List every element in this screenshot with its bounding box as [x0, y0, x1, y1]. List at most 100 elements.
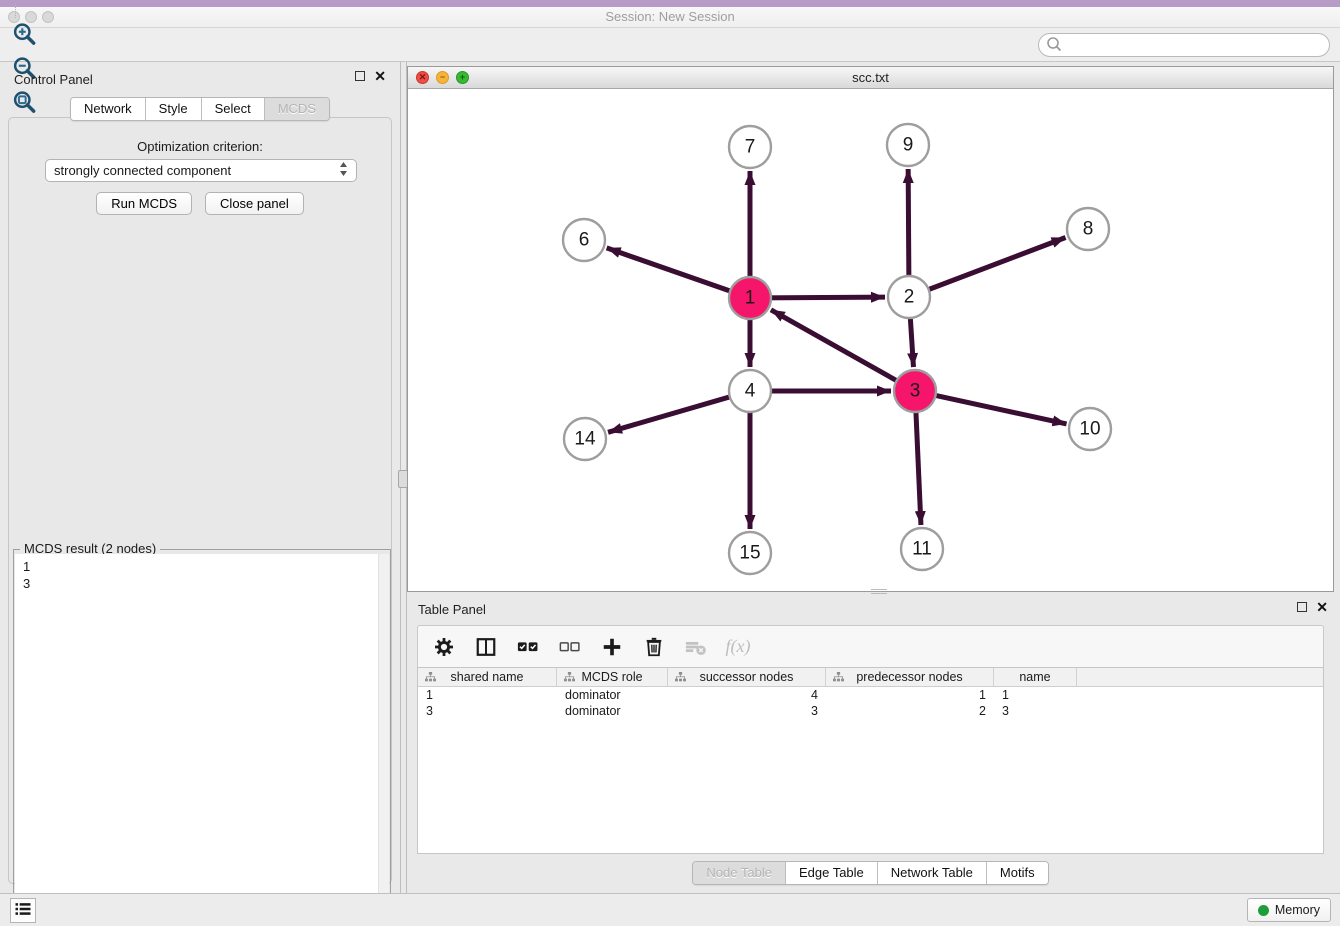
graph-node-11[interactable]: 11 [901, 528, 943, 570]
tab-select[interactable]: Select [202, 98, 265, 120]
criterion-dropdown-value: strongly connected component [54, 163, 339, 178]
vertical-splitter[interactable] [400, 62, 407, 893]
deselect-all-icon[interactable] [556, 633, 584, 661]
graph-node-8[interactable]: 8 [1067, 208, 1109, 250]
graph-node-2[interactable]: 2 [888, 276, 930, 318]
show-columns-icon[interactable] [472, 633, 500, 661]
column-label: MCDS role [581, 670, 642, 684]
table-tab-motifs[interactable]: Motifs [987, 862, 1048, 884]
graph-node-1[interactable]: 1 [729, 277, 771, 319]
graph-node-6[interactable]: 6 [563, 219, 605, 261]
graph-node-3[interactable]: 3 [894, 370, 936, 412]
search-field[interactable] [1038, 33, 1330, 57]
table-cell[interactable]: dominator [557, 703, 668, 719]
column-header-name[interactable]: name [994, 668, 1077, 686]
svg-text:7: 7 [745, 137, 756, 158]
column-header-shared-name[interactable]: shared name [418, 668, 557, 686]
table-cell[interactable]: 4 [668, 687, 826, 703]
svg-text:2: 2 [904, 287, 915, 308]
table-cell[interactable]: 1 [994, 687, 1077, 703]
table-row[interactable]: 1dominator411 [418, 687, 1323, 703]
search-input[interactable] [1062, 36, 1329, 54]
result-line: 3 [23, 575, 30, 592]
function-builder-icon: f(x) [724, 633, 752, 661]
mcds-result-lines: 13 [23, 558, 30, 592]
network-resize-grip[interactable] [871, 589, 887, 594]
criterion-dropdown[interactable]: strongly connected component [45, 159, 357, 182]
close-panel-button[interactable]: Close panel [205, 192, 304, 215]
application-window: Session: New Session Control Panel ✕ Net… [0, 0, 1340, 926]
network-window-title: scc.txt [408, 70, 1333, 85]
memory-label: Memory [1275, 903, 1320, 917]
tab-network[interactable]: Network [71, 98, 146, 120]
graph-node-15[interactable]: 15 [729, 532, 771, 574]
table-settings-icon[interactable] [430, 633, 458, 661]
close-table-panel-icon[interactable]: ✕ [1316, 602, 1328, 612]
svg-text:11: 11 [912, 539, 932, 560]
column-header-filler [1077, 668, 1323, 686]
graph-edge-3-1[interactable] [771, 310, 906, 386]
svg-text:8: 8 [1083, 219, 1094, 240]
column-header-MCDS-role[interactable]: MCDS role [557, 668, 668, 686]
sort-hierarchy-icon [675, 672, 686, 686]
column-header-successor-nodes[interactable]: successor nodes [668, 668, 826, 686]
network-canvas[interactable]: 7 9 6 8 1 2 4 3 14 10 15 11 [408, 89, 1333, 591]
close-panel-icon[interactable]: ✕ [374, 71, 386, 81]
memory-button[interactable]: Memory [1247, 898, 1331, 922]
graph-edge-1-2[interactable] [760, 297, 885, 298]
result-line: 1 [23, 558, 30, 575]
table-cell[interactable]: dominator [557, 687, 668, 703]
task-history-button[interactable] [10, 898, 36, 923]
network-window-titlebar[interactable]: ✕ − + scc.txt [408, 67, 1333, 89]
graph-node-10[interactable]: 10 [1069, 408, 1111, 450]
svg-text:10: 10 [1079, 419, 1100, 440]
table-row[interactable]: 3dominator323 [418, 703, 1323, 719]
delete-columns-icon[interactable] [640, 633, 668, 661]
tab-style[interactable]: Style [146, 98, 202, 120]
main-titlebar[interactable]: Session: New Session [0, 7, 1340, 28]
svg-text:14: 14 [574, 429, 596, 450]
control-panel: Control Panel ✕ NetworkStyleSelectMCDS O… [0, 62, 400, 893]
float-panel-icon[interactable] [355, 71, 365, 81]
table-cell[interactable]: 1 [418, 687, 557, 703]
svg-text:3: 3 [910, 381, 921, 402]
session-title: Session: New Session [0, 9, 1340, 24]
graph-edge-3-11[interactable] [915, 401, 920, 525]
main-toolbar [0, 28, 1340, 62]
column-header-predecessor-nodes[interactable]: predecessor nodes [826, 668, 994, 686]
result-scrollbar[interactable] [378, 554, 389, 926]
graph-node-7[interactable]: 7 [729, 126, 771, 168]
graph-edge-3-10[interactable] [925, 393, 1066, 424]
graph-node-4[interactable]: 4 [729, 370, 771, 412]
table-cell[interactable]: 3 [668, 703, 826, 719]
table-cell[interactable]: 1 [826, 687, 994, 703]
graph-edge-2-8[interactable] [919, 238, 1066, 294]
table-tab-node-table[interactable]: Node Table [693, 862, 786, 884]
create-column-icon[interactable] [598, 633, 626, 661]
network-view-window[interactable]: ✕ − + scc.txt 7 9 6 8 1 2 4 3 14 10 15 11 [407, 66, 1334, 592]
zoom-in-icon[interactable] [8, 18, 42, 52]
graph-node-9[interactable]: 9 [887, 124, 929, 166]
select-all-icon[interactable] [514, 633, 542, 661]
table-tab-network-table[interactable]: Network Table [878, 862, 987, 884]
optimization-criterion-label: Optimization criterion: [9, 139, 391, 154]
mcds-result-textarea[interactable]: 13 [15, 554, 389, 926]
table-tabs: Node TableEdge TableNetwork TableMotifs [692, 861, 1048, 885]
node-table[interactable]: shared name MCDS role successor nodesprede… [417, 667, 1324, 854]
graph-edge-1-6[interactable] [607, 248, 740, 295]
table-cell[interactable]: 3 [994, 703, 1077, 719]
tab-mcds[interactable]: MCDS [265, 98, 329, 120]
graph-edge-2-9[interactable] [908, 169, 909, 287]
run-mcds-button[interactable]: Run MCDS [96, 192, 192, 215]
svg-text:15: 15 [739, 543, 760, 564]
graph-node-14[interactable]: 14 [564, 418, 606, 460]
export-image-icon[interactable] [8, 0, 42, 3]
float-table-panel-icon[interactable] [1297, 602, 1307, 612]
table-panel-title: Table Panel [418, 602, 486, 617]
mcds-panel-body: Optimization criterion: strongly connect… [8, 117, 392, 884]
graph-edge-4-14[interactable] [608, 394, 740, 432]
mcds-result-group: MCDS result (2 nodes) 13 [13, 549, 391, 926]
table-cell[interactable]: 2 [826, 703, 994, 719]
table-tab-edge-table[interactable]: Edge Table [786, 862, 878, 884]
table-cell[interactable]: 3 [418, 703, 557, 719]
